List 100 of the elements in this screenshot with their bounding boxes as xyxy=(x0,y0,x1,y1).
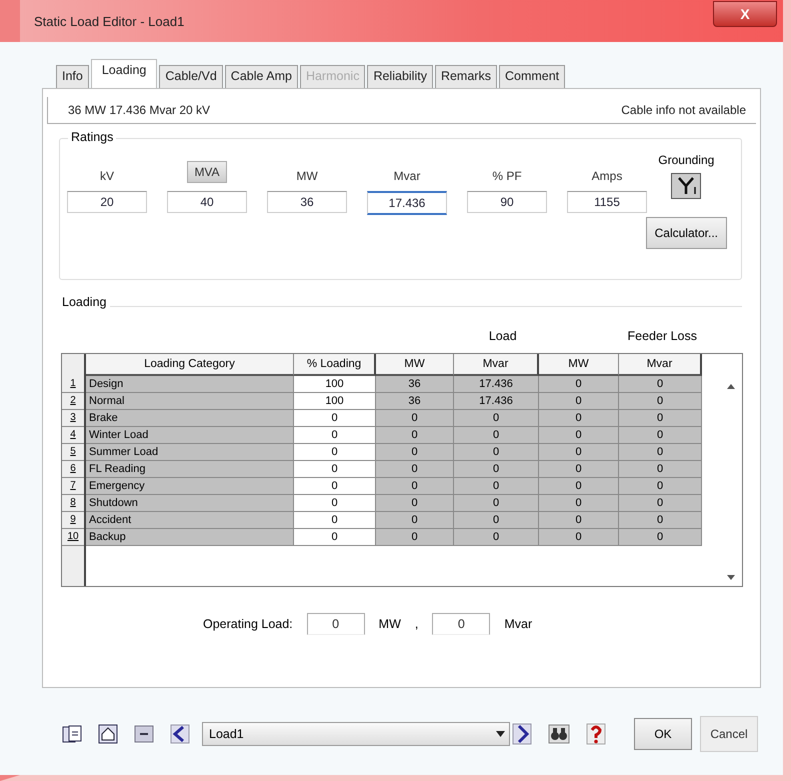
input-field[interactable]: 40 xyxy=(167,191,247,213)
input-cell[interactable]: 0 xyxy=(294,512,376,529)
ok-button[interactable]: OK xyxy=(634,718,692,750)
table-cell: 0 xyxy=(539,495,619,512)
minus-icon[interactable] xyxy=(134,724,154,744)
table-cell: 0 xyxy=(619,376,702,393)
mva-button[interactable]: MVA xyxy=(187,161,227,183)
group-header: Load xyxy=(488,329,518,345)
row-number: 4 xyxy=(62,427,84,444)
input-cell[interactable]: 100 xyxy=(294,376,376,393)
unit-label: MW xyxy=(378,617,401,631)
table-cell: 0 xyxy=(454,444,539,461)
unit-label: Mvar xyxy=(504,617,532,631)
column-header: MW xyxy=(539,354,619,376)
table-cell: 0 xyxy=(454,478,539,495)
table-cell: 0 xyxy=(376,478,454,495)
input-field[interactable]: 36 xyxy=(267,191,347,213)
field-label: Amps xyxy=(592,169,622,183)
column-header: Mvar xyxy=(619,354,702,376)
input-cell[interactable]: 100 xyxy=(294,393,376,410)
table-cell: 0 xyxy=(454,461,539,478)
table-cell: 0 xyxy=(454,512,539,529)
tab[interactable]: Cable Amp xyxy=(224,65,298,88)
column-header: Loading Category xyxy=(86,354,294,376)
scroll-down-icon[interactable] xyxy=(726,574,736,582)
scroll-up-icon[interactable] xyxy=(726,382,736,390)
table-cell: 0 xyxy=(619,512,702,529)
table-cell: 0 xyxy=(376,427,454,444)
table-cell: 0 xyxy=(539,444,619,461)
caret-icon[interactable] xyxy=(496,731,505,737)
tab[interactable]: Info xyxy=(56,65,89,88)
input-field[interactable]: 1155 xyxy=(567,191,647,213)
tab[interactable]: Loading xyxy=(90,59,158,88)
row-number: 3 xyxy=(62,410,84,427)
input-cell[interactable]: 0 xyxy=(294,478,376,495)
table-cell: 0 xyxy=(454,529,539,546)
input-cell[interactable]: 0 xyxy=(294,427,376,444)
column-header: % Loading xyxy=(294,354,376,376)
summary-text: 36 MW 17.436 Mvar 20 kV xyxy=(68,103,210,117)
field-label: MW xyxy=(296,169,318,183)
window-title: Static Load Editor - Load1 xyxy=(34,14,184,28)
table-cell: 0 xyxy=(619,529,702,546)
cable-info-text: Cable info not available xyxy=(621,103,746,117)
table-cell: 0 xyxy=(539,461,619,478)
group-header: Feeder Loss xyxy=(626,329,698,345)
input-cell[interactable]: 0 xyxy=(294,461,376,478)
cancel-button[interactable]: Cancel xyxy=(700,716,758,752)
table-cell: 0 xyxy=(376,512,454,529)
wye-grounding-icon[interactable] xyxy=(671,173,702,199)
tab[interactable]: Comment xyxy=(498,65,566,88)
column-header: MW xyxy=(376,354,454,376)
document-icon[interactable] xyxy=(62,724,82,744)
table-cell: Backup xyxy=(86,529,294,546)
table-cell: 0 xyxy=(376,529,454,546)
tab[interactable]: Reliability xyxy=(367,65,433,88)
input-field[interactable]: 20 xyxy=(67,191,147,213)
table-cell: 36 xyxy=(376,393,454,410)
operating-load-label: Operating Load: xyxy=(203,617,293,631)
mvar-field[interactable]: 0 xyxy=(432,613,490,635)
field-label: Mvar xyxy=(394,169,420,183)
grounding-label: Grounding xyxy=(658,153,714,167)
row-number: 10 xyxy=(62,529,84,546)
table-cell: Brake xyxy=(86,410,294,427)
input-cell[interactable]: 0 xyxy=(294,410,376,427)
input-cell[interactable]: 0 xyxy=(294,495,376,512)
table-cell: Shutdown xyxy=(86,495,294,512)
tab[interactable]: Remarks xyxy=(434,65,497,88)
mw-field[interactable]: 0 xyxy=(306,613,365,635)
next-icon[interactable] xyxy=(512,723,532,745)
section-title: Loading xyxy=(59,295,110,309)
input-cell[interactable]: 0 xyxy=(294,444,376,461)
table-cell: 0 xyxy=(619,410,702,427)
house-icon[interactable] xyxy=(98,724,118,744)
table-cell: 0 xyxy=(539,512,619,529)
binoculars-icon[interactable] xyxy=(548,724,570,744)
table-cell: 0 xyxy=(539,393,619,410)
table-cell: 0 xyxy=(376,410,454,427)
row-number: 9 xyxy=(62,512,84,529)
table-cell: 36 xyxy=(376,376,454,393)
input-field[interactable]: 17.436 xyxy=(367,191,447,215)
tab[interactable]: Cable/Vd xyxy=(159,65,223,88)
table-cell: 0 xyxy=(376,444,454,461)
calculator-button[interactable]: Calculator... xyxy=(646,217,727,249)
previous-icon[interactable] xyxy=(170,724,190,744)
row-number: 7 xyxy=(62,478,84,495)
section-title: Ratings xyxy=(68,130,116,144)
input-cell[interactable]: 0 xyxy=(294,529,376,546)
field-label: kV xyxy=(100,169,114,183)
table-cell: 0 xyxy=(539,529,619,546)
separator: , xyxy=(414,617,418,631)
table-cell: 0 xyxy=(539,376,619,393)
table-cell: 0 xyxy=(619,444,702,461)
help-icon[interactable] xyxy=(586,723,606,745)
close-button[interactable]: X xyxy=(713,1,777,27)
input-field[interactable]: 90 xyxy=(467,191,547,213)
row-number: 1 xyxy=(62,376,84,393)
table-cell: 0 xyxy=(376,495,454,512)
table-cell: 0 xyxy=(619,495,702,512)
table-cell: 0 xyxy=(539,410,619,427)
load-dropdown[interactable]: Load1 xyxy=(202,722,510,746)
